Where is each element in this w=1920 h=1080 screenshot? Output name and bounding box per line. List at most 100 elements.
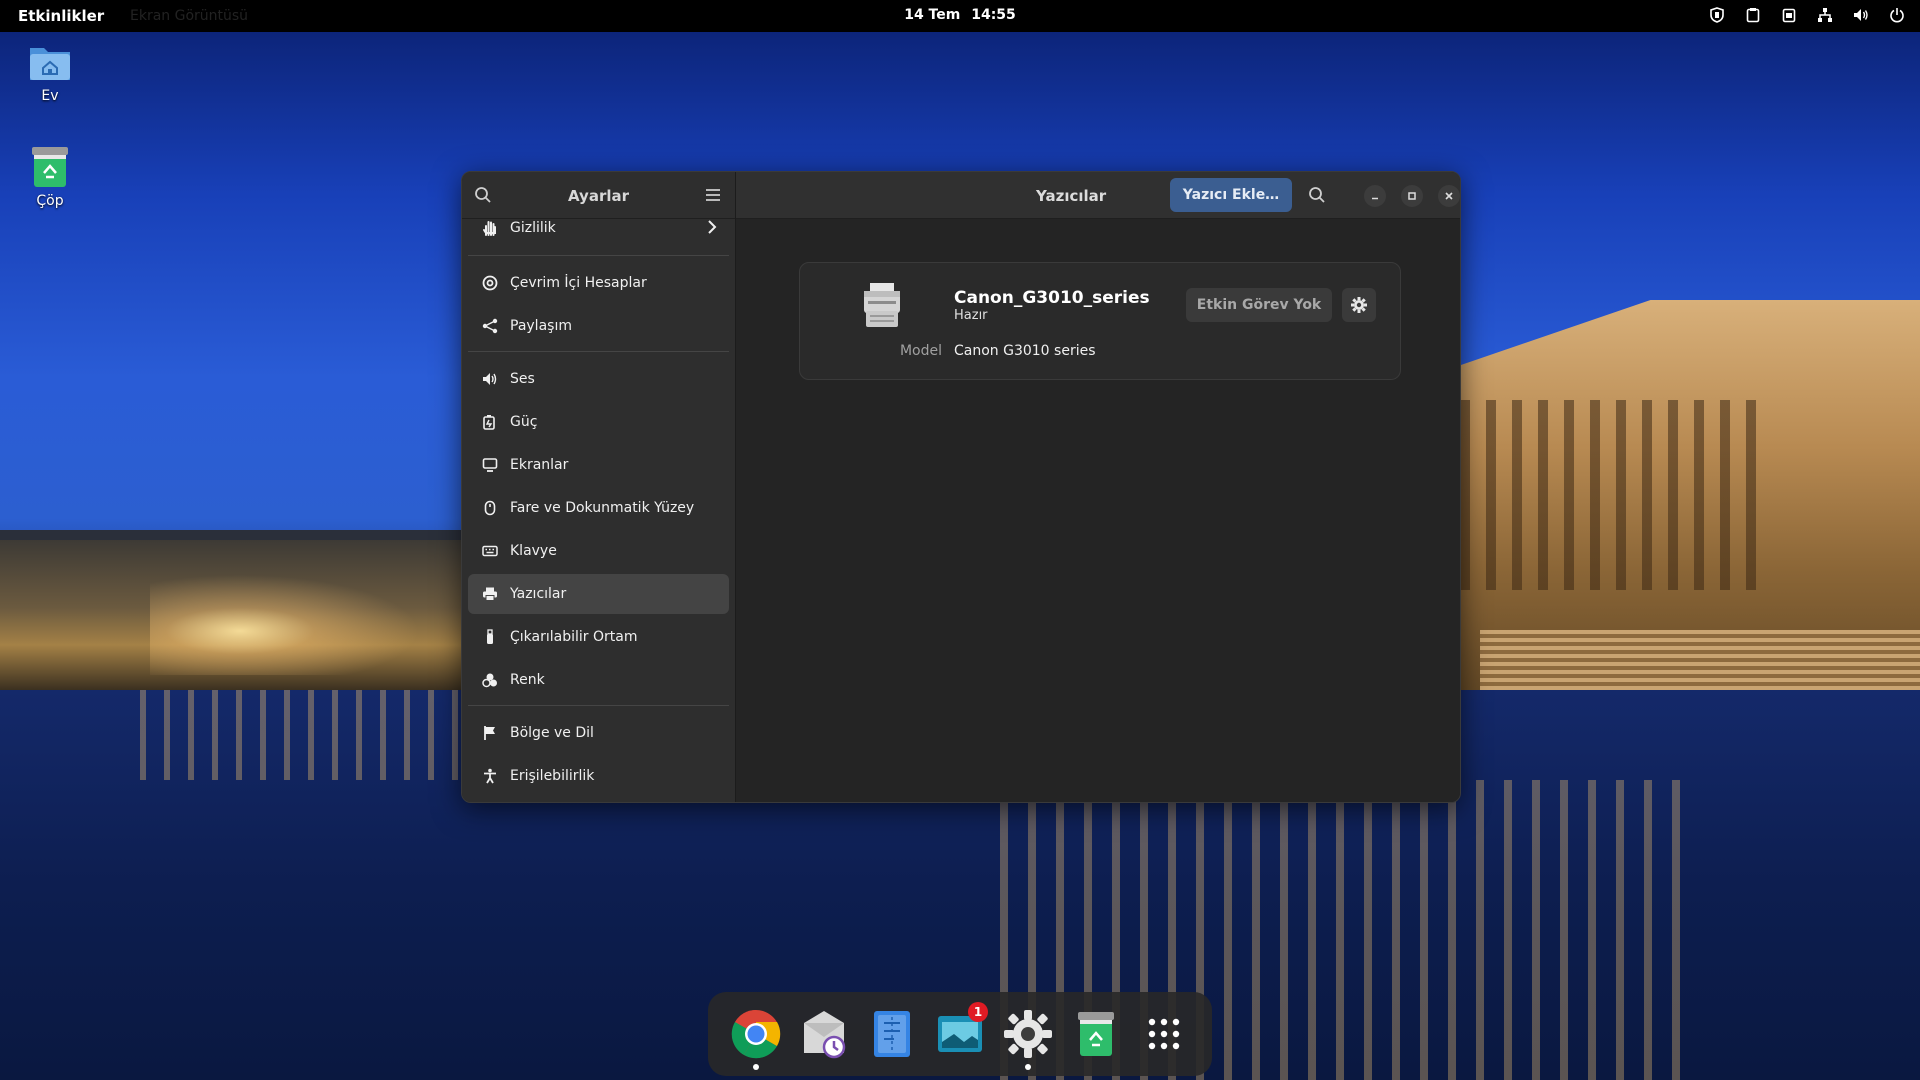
sidebar-item-online-accounts[interactable]: Çevrim İçi Hesaplar <box>468 263 729 303</box>
sidebar-item-sharing[interactable]: Paylaşım <box>468 306 729 346</box>
sidebar-item-displays[interactable]: Ekranlar <box>468 445 729 485</box>
trash-icon <box>1078 1012 1114 1056</box>
flag-icon <box>480 725 500 741</box>
clock-date: 14 Tem <box>904 7 961 23</box>
at-icon <box>480 275 500 291</box>
chrome-icon <box>731 1009 781 1059</box>
accessibility-icon <box>480 768 500 784</box>
power-icon[interactable] <box>1888 6 1906 24</box>
settings-sidebar: Ayarlar Gizlilik Çevrim İçi Hesaplar Pay… <box>462 172 736 802</box>
sidebar-divider <box>468 255 729 256</box>
dock-image-viewer[interactable]: 1 <box>932 1002 988 1062</box>
sidebar-item-label: Erişilebilirlik <box>510 768 595 784</box>
sidebar-item-privacy[interactable]: Gizlilik <box>468 208 729 248</box>
desktop-icon-label: Çöp <box>36 193 64 209</box>
gear-icon <box>1351 297 1367 313</box>
keyboard-icon <box>480 543 500 559</box>
sidebar-item-label: Klavye <box>510 543 557 559</box>
sidebar-item-label: Çıkarılabilir Ortam <box>510 629 638 645</box>
battery-icon <box>480 414 500 430</box>
sidebar-item-removable-media[interactable]: Çıkarılabilir Ortam <box>468 617 729 657</box>
clock-time: 14:55 <box>971 7 1016 23</box>
sidebar-item-power[interactable]: Güç <box>468 402 729 442</box>
dock-app-grid[interactable] <box>1136 1006 1192 1062</box>
wallpaper-reflection-left <box>140 690 460 780</box>
printer-name: Canon_G3010_series <box>954 288 1150 308</box>
dock-trash[interactable] <box>1068 1006 1124 1062</box>
dock-text-editor[interactable] <box>864 1006 920 1062</box>
running-indicator <box>1025 1064 1031 1070</box>
sidebar-item-region-language[interactable]: Bölge ve Dil <box>468 713 729 753</box>
dock: 1 <box>708 992 1212 1076</box>
printer-status: Hazır <box>954 308 988 323</box>
sidebar-item-keyboard[interactable]: Klavye <box>468 531 729 571</box>
privacy-hand-icon <box>480 220 500 236</box>
trash-icon <box>5 145 95 189</box>
search-icon[interactable] <box>1308 186 1326 208</box>
minimize-button[interactable] <box>1364 185 1386 207</box>
close-button[interactable] <box>1438 185 1460 207</box>
close-icon <box>1445 192 1453 200</box>
model-value: Canon G3010 series <box>954 343 1096 359</box>
dock-mail-scheduler[interactable] <box>796 1006 852 1062</box>
desktop-icon-home[interactable]: Ev <box>5 40 95 104</box>
speaker-icon <box>480 371 500 387</box>
sidebar-item-label: Ses <box>510 371 535 387</box>
sidebar-item-label: Renk <box>510 672 545 688</box>
sidebar-item-accessibility[interactable]: Erişilebilirlik <box>468 756 729 796</box>
volume-icon[interactable] <box>1852 6 1870 24</box>
settings-gear-icon <box>1004 1010 1052 1058</box>
printer-icon <box>480 586 500 602</box>
sidebar-title: Ayarlar <box>567 187 630 205</box>
printer-settings-button[interactable] <box>1342 288 1376 322</box>
printer-card: Canon_G3010_series Hazır Etkin Görev Yok… <box>799 262 1401 380</box>
maximize-button[interactable] <box>1401 185 1423 207</box>
sidebar-item-label: Ekranlar <box>510 457 569 473</box>
dock-settings[interactable] <box>1000 1006 1056 1070</box>
notification-badge: 1 <box>968 1002 988 1022</box>
mail-clock-icon <box>804 1011 846 1059</box>
sidebar-item-sound[interactable]: Ses <box>468 359 729 399</box>
sidebar-item-label: Fare ve Dokunmatik Yüzey <box>510 500 695 516</box>
sidebar-item-label: Bölge ve Dil <box>510 725 594 741</box>
sidebar-divider <box>468 351 729 352</box>
desktop-icon-label: Ev <box>41 88 59 104</box>
clipboard-icon[interactable] <box>1744 6 1762 24</box>
clock[interactable]: 14 Tem 14:55 <box>0 7 1920 23</box>
calendar-check-icon[interactable] <box>1780 6 1798 24</box>
wallpaper-left-lights <box>150 565 450 675</box>
sidebar-item-printers[interactable]: Yazıcılar <box>468 574 729 614</box>
hamburger-menu-icon[interactable] <box>705 187 721 206</box>
shield-icon[interactable] <box>1708 6 1726 24</box>
printers-panel: Yazıcılar Yazıcı Ekle… Canon_G3010_serie… <box>736 172 1460 802</box>
active-jobs-button[interactable]: Etkin Görev Yok <box>1186 288 1332 322</box>
share-icon <box>480 318 500 334</box>
home-folder-icon <box>5 40 95 84</box>
sidebar-divider <box>468 705 729 706</box>
dock-chrome[interactable] <box>728 1006 784 1070</box>
sidebar-item-mouse-touchpad[interactable]: Fare ve Dokunmatik Yüzey <box>468 488 729 528</box>
sidebar-item-label: Çevrim İçi Hesaplar <box>510 275 647 291</box>
desktop-icon-trash[interactable]: Çöp <box>5 145 95 209</box>
running-indicator <box>753 1064 759 1070</box>
usb-icon <box>480 629 500 645</box>
panel-title: Yazıcılar <box>1036 187 1107 205</box>
display-icon <box>480 457 500 473</box>
wallpaper-columns <box>1460 400 1760 590</box>
system-tray[interactable] <box>1708 6 1906 24</box>
panel-header: Yazıcılar Yazıcı Ekle… <box>736 172 1460 219</box>
sidebar-item-label: Yazıcılar <box>510 586 567 602</box>
maximize-icon <box>1408 192 1416 200</box>
network-wired-icon[interactable] <box>1816 6 1834 24</box>
app-grid-icon <box>1148 1018 1180 1050</box>
printer-device-icon <box>860 281 904 333</box>
sidebar-item-label: Gizlilik <box>510 220 556 236</box>
color-icon <box>480 672 500 688</box>
mouse-icon <box>480 500 500 516</box>
sidebar-item-label: Güç <box>510 414 538 430</box>
add-printer-button[interactable]: Yazıcı Ekle… <box>1170 178 1292 212</box>
settings-window: Ayarlar Gizlilik Çevrim İçi Hesaplar Pay… <box>461 171 1461 803</box>
sidebar-item-color[interactable]: Renk <box>468 660 729 700</box>
top-bar: Etkinlikler Ekran Görüntüsü 14 Tem 14:55 <box>0 0 1920 32</box>
minimize-icon <box>1372 197 1378 200</box>
